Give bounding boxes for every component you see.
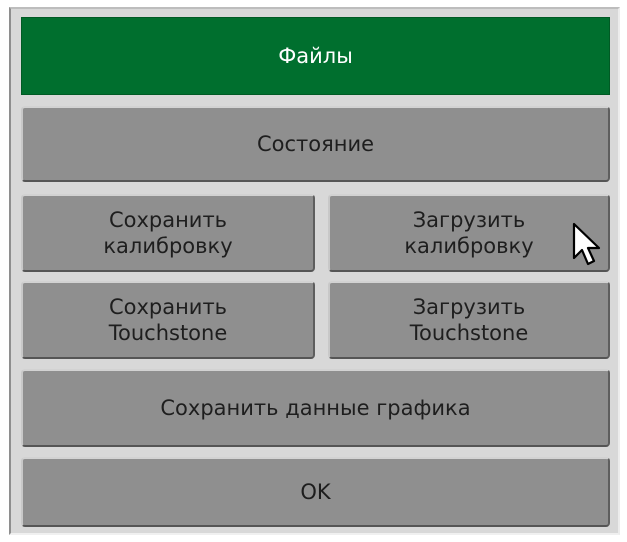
state-button[interactable]: Состояние	[21, 106, 610, 182]
load-calibration-button[interactable]: Загрузить калибровку	[328, 194, 610, 272]
files-title-button[interactable]: Файлы	[21, 17, 610, 95]
save-chart-data-button[interactable]: Сохранить данные графика	[21, 369, 610, 447]
save-calibration-button[interactable]: Сохранить калибровку	[21, 194, 315, 272]
ok-button[interactable]: OK	[21, 457, 610, 527]
files-dialog: Файлы Состояние Сохранить калибровку Заг…	[9, 7, 620, 535]
save-touchstone-button[interactable]: Сохранить Touchstone	[21, 281, 315, 359]
load-touchstone-button[interactable]: Загрузить Touchstone	[328, 281, 610, 359]
